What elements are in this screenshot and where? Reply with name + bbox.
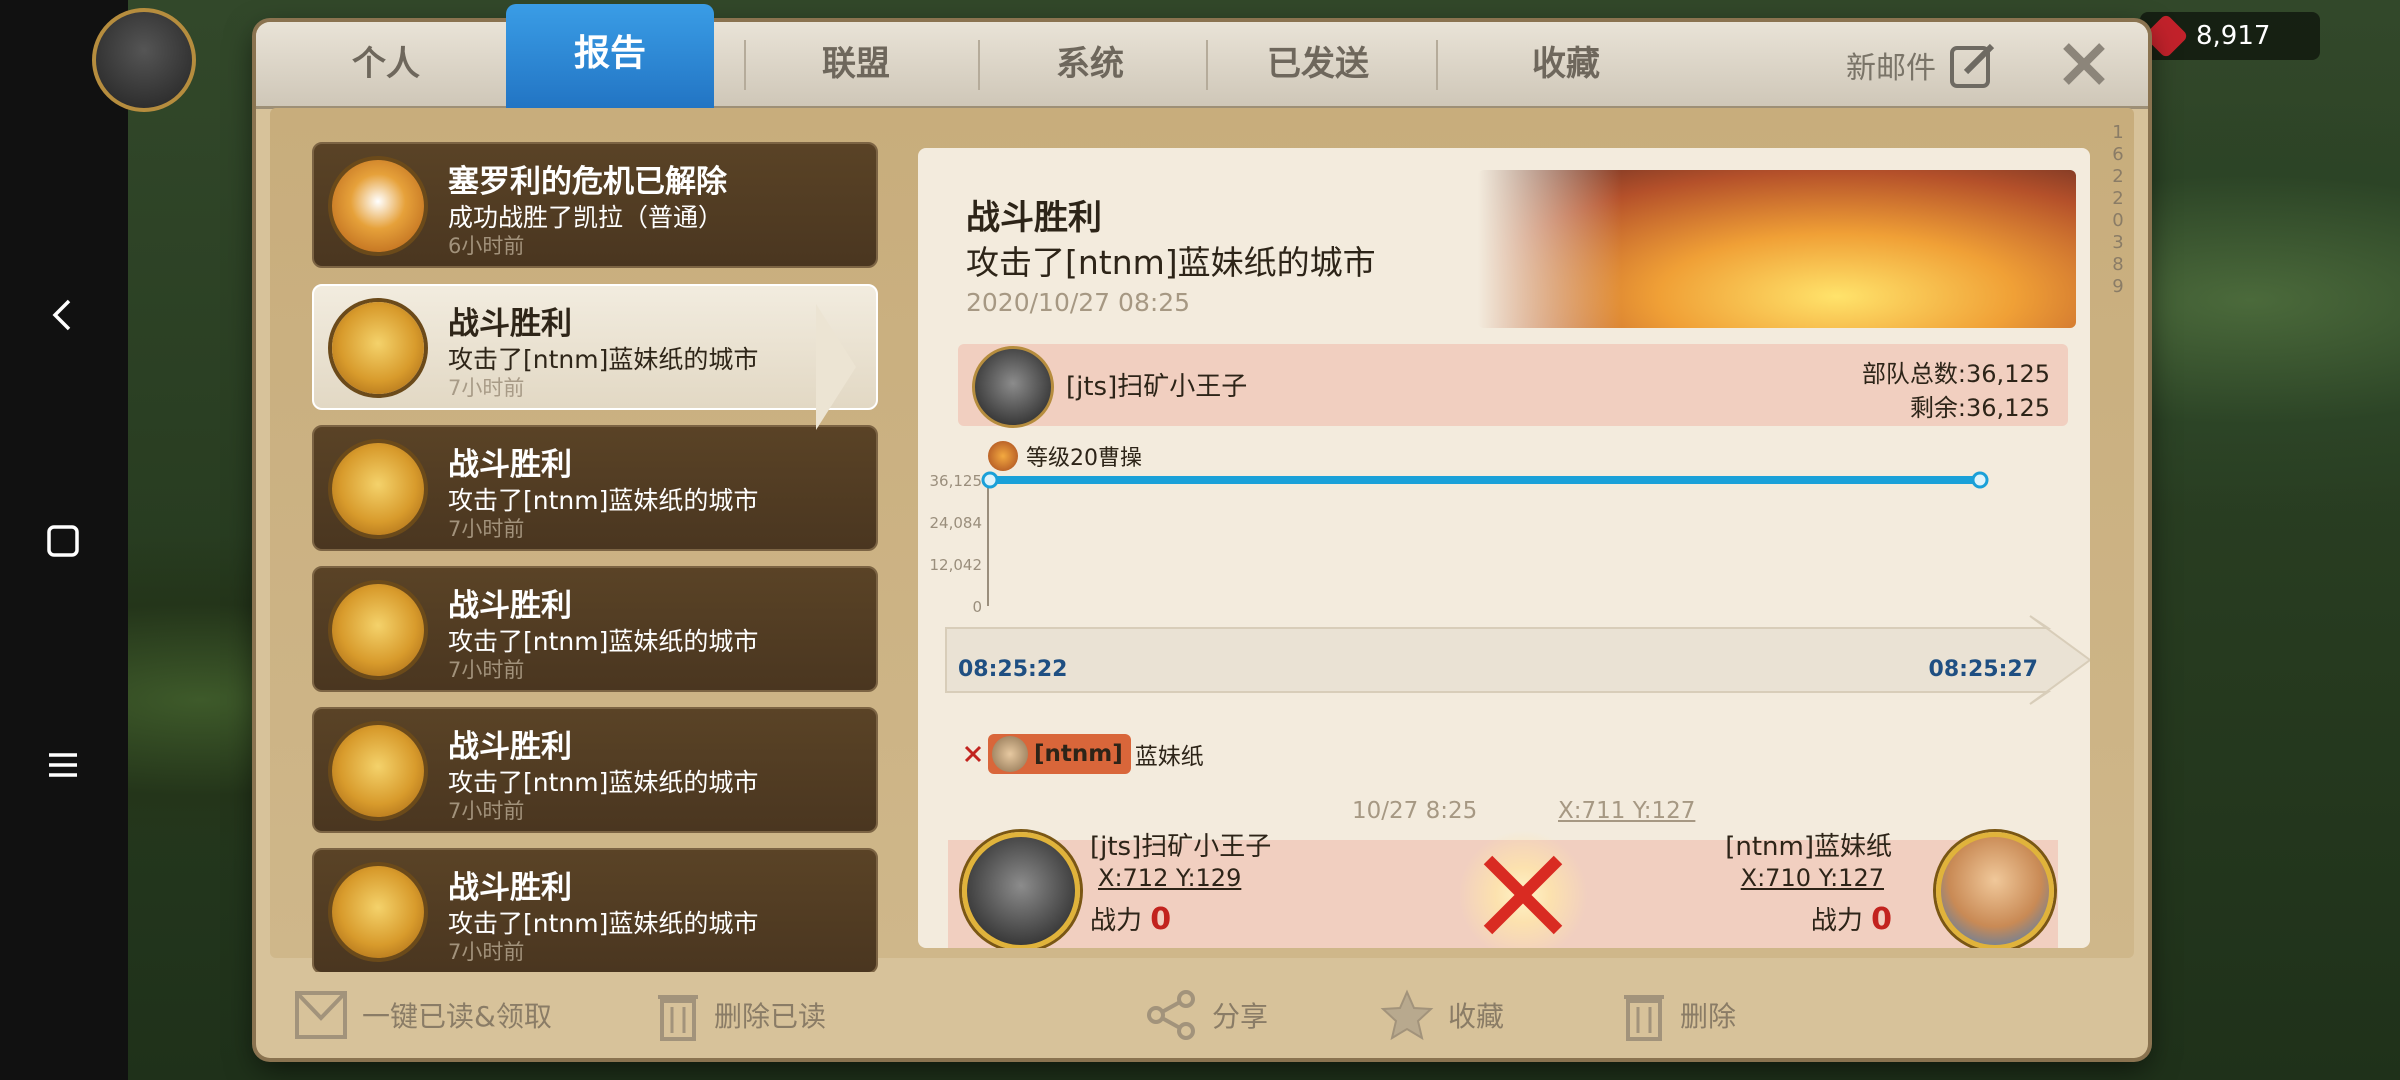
delete-button[interactable]: 删除: [1622, 990, 1736, 1041]
tab-divider: [1436, 40, 1438, 90]
data-point: [981, 471, 999, 489]
battle-coordinate[interactable]: X:711 Y:127: [1558, 798, 1695, 824]
home-icon[interactable]: [30, 508, 96, 574]
gem-counter[interactable]: 8,917: [2140, 12, 2320, 60]
data-point: [1971, 471, 1989, 489]
list-item[interactable]: 塞罗利的危机已解除 成功战胜了凯拉（普通） 6小时前: [312, 142, 878, 268]
scroll-indicator: 1622 0389: [2112, 122, 2124, 297]
crossed-swords-icon: [332, 302, 424, 394]
share-icon: [1147, 990, 1195, 1040]
star-icon: [1380, 989, 1434, 1041]
battle-summary: 10/27 8:25 X:711 Y:127 [jts]扫矿小王子 X:712 …: [948, 792, 2058, 948]
crossed-swords-icon: [332, 584, 424, 676]
compose-icon: [1950, 43, 1995, 88]
list-item[interactable]: 战斗胜利 攻击了[ntnm]蓝妹纸的城市 7小时前: [312, 566, 878, 692]
y-tick-label: 12,042: [930, 556, 983, 574]
player-avatar[interactable]: [92, 8, 196, 112]
report-title: 战斗胜利: [966, 198, 1102, 238]
back-icon[interactable]: [30, 282, 96, 348]
report-list[interactable]: 塞罗利的危机已解除 成功战胜了凯拉（普通） 6小时前 战斗胜利 攻击了[ntnm…: [312, 142, 884, 972]
close-icon: [2063, 43, 2105, 85]
battle-banner-image: [1478, 170, 2076, 328]
attacker-name: [jts]扫矿小王子: [1090, 832, 1272, 862]
report-subtitle: 攻击了[ntnm]蓝妹纸的城市: [966, 243, 1376, 282]
trash-icon: [1624, 995, 1664, 1041]
battle-swords-icon: [1458, 830, 1588, 948]
player-summary: [jts]扫矿小王子 部队总数:36,125 剩余:36,125: [958, 344, 2068, 428]
envelope-check-icon: [295, 991, 347, 1039]
delete-read-button[interactable]: 删除已读: [656, 990, 826, 1041]
favorite-button[interactable]: 收藏: [1380, 989, 1504, 1041]
remaining-troops: 剩余:36,125: [1909, 394, 2050, 422]
tab-sent[interactable]: 已发送: [1208, 22, 1428, 106]
tab-alliance[interactable]: 联盟: [746, 22, 966, 106]
crossed-swords-icon: [332, 725, 424, 817]
y-tick-label: 0: [972, 598, 982, 616]
menu-icon[interactable]: [30, 732, 96, 798]
new-mail-label: 新邮件: [1846, 51, 1936, 86]
defender-coordinate[interactable]: X:710 Y:127: [1741, 864, 1884, 892]
attacker-avatar[interactable]: [962, 832, 1080, 948]
report-detail: 战斗胜利 攻击了[ntnm]蓝妹纸的城市 2020/10/27 08:25 [j…: [918, 148, 2090, 948]
selection-pointer: [816, 304, 856, 430]
close-button[interactable]: [2056, 36, 2112, 92]
tab-personal[interactable]: 个人: [276, 22, 496, 106]
timeline-start-label: 08:25:22: [958, 657, 1067, 682]
enemy-avatar-small: [992, 736, 1028, 772]
list-item-selected[interactable]: 战斗胜利 攻击了[ntnm]蓝妹纸的城市 7小时前: [312, 284, 878, 410]
gem-icon: [2143, 13, 2189, 59]
new-mail-button[interactable]: 新邮件: [1846, 40, 1998, 90]
system-nav-bar: [0, 0, 128, 1080]
crossed-swords-icon: [332, 866, 424, 958]
close-small-icon: [964, 745, 982, 763]
defender-avatar[interactable]: [1936, 832, 2054, 948]
crossed-swords-icon: [332, 443, 424, 535]
tab-reports[interactable]: 报告: [506, 4, 714, 122]
report-datetime: 2020/10/27 08:25: [966, 288, 1191, 317]
crab-icon: [332, 160, 424, 252]
battle-time: 10/27 8:25: [1352, 798, 1478, 824]
attacker-power: 战力 0: [1090, 902, 1172, 937]
enemy-label: [ntnm] 蓝妹纸: [962, 734, 1204, 774]
defender-name: [ntnm]蓝妹纸: [1725, 832, 1892, 862]
timeline-end-label: 08:25:27: [1929, 657, 2038, 682]
tab-favorites[interactable]: 收藏: [1456, 22, 1676, 106]
timeline-bar: [945, 615, 2090, 705]
list-item[interactable]: 战斗胜利 攻击了[ntnm]蓝妹纸的城市 7小时前: [312, 707, 878, 833]
player-name: [jts]扫矿小王子: [1066, 372, 1248, 402]
list-item[interactable]: 战斗胜利 攻击了[ntnm]蓝妹纸的城市 7小时前: [312, 848, 878, 972]
trash-icon: [658, 995, 698, 1041]
list-item[interactable]: 战斗胜利 攻击了[ntnm]蓝妹纸的城市 7小时前: [312, 425, 878, 551]
enemy-tag: [ntnm]: [988, 734, 1131, 774]
footer-toolbar: 一键已读&领取 删除已读 分享 收藏 删除: [256, 962, 2148, 1058]
y-tick-label: 24,084: [930, 514, 983, 532]
share-button[interactable]: 分享: [1144, 990, 1268, 1040]
y-tick-label: 36,125: [930, 472, 983, 490]
defender-power: 战力 0: [1810, 902, 1892, 937]
total-troops: 部队总数:36,125: [1861, 360, 2050, 388]
player-avatar-small[interactable]: [972, 346, 1054, 428]
tab-system[interactable]: 系统: [980, 22, 1200, 106]
mail-panel: 个人 联盟 系统 已发送 收藏 新邮件 报告 塞罗利的危机已解除 成功战胜了凯拉…: [256, 4, 2148, 1058]
attacker-coordinate[interactable]: X:712 Y:129: [1098, 864, 1241, 892]
read-all-button[interactable]: 一键已读&领取: [294, 990, 552, 1040]
